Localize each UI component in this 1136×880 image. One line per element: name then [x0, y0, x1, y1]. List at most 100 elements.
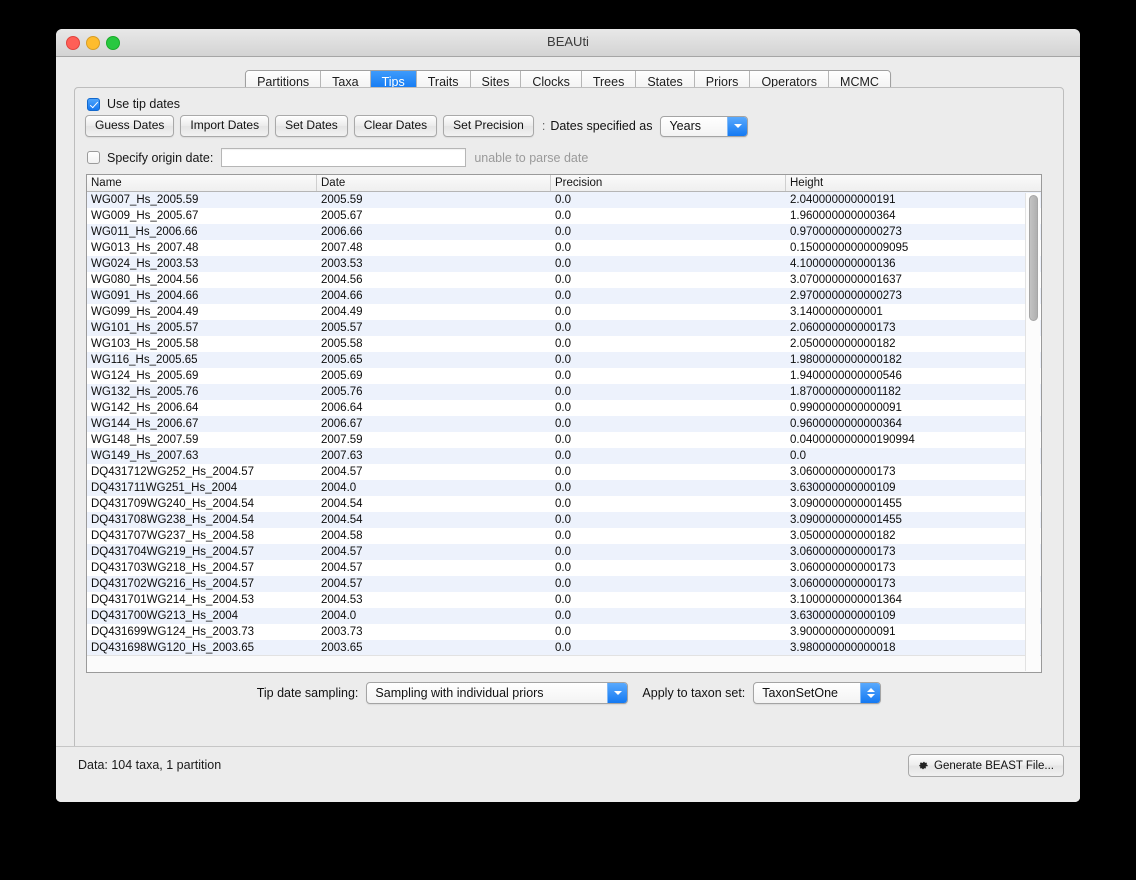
- scrollbar-thumb[interactable]: [1028, 195, 1038, 321]
- table-row[interactable]: DQ431712WG252_Hs_2004.57 2004.57 0.0 3.0600…: [87, 464, 1041, 480]
- chevron-down-icon: [607, 683, 628, 703]
- table-cell-name: WG101_Hs_2005.57: [91, 322, 199, 334]
- table-row[interactable]: WG144_Hs_2006.67 2006.67 0.0 0.960000000000…: [87, 416, 1041, 432]
- table-cell-precision: 0.0: [555, 306, 571, 318]
- generate-beast-file-label: Generate BEAST File...: [934, 759, 1054, 772]
- table-cell-date: 2006.67: [321, 418, 363, 430]
- table-row[interactable]: DQ431700WG213_Hs_2004 2004.0 0.0 3.63000000…: [87, 608, 1041, 624]
- column-header-height[interactable]: Height: [786, 175, 1041, 191]
- table-row[interactable]: DQ431701WG214_Hs_2004.53 2004.53 0.0 3.1000…: [87, 592, 1041, 608]
- table-cell-height: 3.060000000000173: [790, 546, 896, 558]
- table-row[interactable]: WG091_Hs_2004.66 2004.66 0.0 2.970000000000…: [87, 288, 1041, 304]
- table-row[interactable]: WG009_Hs_2005.67 2005.67 0.0 1.960000000000…: [87, 208, 1041, 224]
- table-cell-name: DQ431711WG251_Hs_2004: [91, 482, 238, 494]
- desktop-background: BEAUti Partitions Taxa Tips Traits Sites…: [0, 0, 1136, 880]
- tip-date-sampling-label: Tip date sampling:: [256, 686, 359, 700]
- table-row[interactable]: DQ431699WG124_Hs_2003.73 2003.73 0.0 3.9000…: [87, 624, 1041, 640]
- tip-date-sampling-dropdown[interactable]: Sampling with individual priors: [366, 682, 629, 704]
- chevron-up-down-icon: [860, 683, 881, 703]
- table-cell-height: 3.060000000000173: [790, 562, 896, 574]
- table-cell-name: DQ431709WG240_Hs_2004.54: [91, 498, 255, 510]
- clear-dates-button[interactable]: Clear Dates: [353, 115, 438, 137]
- table-row[interactable]: WG099_Hs_2004.49 2004.49 0.0 3.140000000000…: [87, 304, 1041, 320]
- specify-origin-date-checkbox[interactable]: [87, 151, 100, 164]
- table-cell-name: DQ431704WG219_Hs_2004.57: [91, 546, 255, 558]
- guess-dates-button[interactable]: Guess Dates: [85, 115, 175, 137]
- dates-unit-value: Years: [669, 119, 701, 133]
- table-row[interactable]: WG013_Hs_2007.48 2007.48 0.0 0.150000000000…: [87, 240, 1041, 256]
- table-cell-date: 2005.76: [321, 386, 363, 398]
- dates-unit-dropdown[interactable]: Years: [660, 115, 749, 137]
- table-cell-name: WG091_Hs_2004.66: [91, 290, 199, 302]
- table-cell-height: 3.0700000000001637: [790, 274, 902, 286]
- table-cell-date: 2004.57: [321, 562, 363, 574]
- table-cell-date: 2003.73: [321, 626, 363, 638]
- table-cell-precision: 0.0: [555, 194, 571, 206]
- table-cell-precision: 0.0: [555, 354, 571, 366]
- table-vertical-scrollbar[interactable]: [1025, 193, 1040, 671]
- table-cell-date: 2004.57: [321, 466, 363, 478]
- table-row[interactable]: DQ431703WG218_Hs_2004.57 2004.57 0.0 3.0600…: [87, 560, 1041, 576]
- table-cell-date: 2004.54: [321, 514, 363, 526]
- table-cell-precision: 0.0: [555, 530, 571, 542]
- table-body: WG007_Hs_2005.59 2005.59 0.0 2.040000000000…: [87, 192, 1041, 672]
- table-cell-date: 2006.64: [321, 402, 363, 414]
- table-cell-precision: 0.0: [555, 546, 571, 558]
- table-cell-date: 2004.0: [321, 482, 357, 494]
- table-cell-precision: 0.0: [555, 434, 571, 446]
- table-cell-name: WG144_Hs_2006.67: [91, 418, 199, 430]
- table-cell-precision: 0.0: [555, 274, 571, 286]
- table-row[interactable]: WG124_Hs_2005.69 2005.69 0.0 1.940000000000…: [87, 368, 1041, 384]
- table-cell-precision: 0.0: [555, 242, 571, 254]
- table-row[interactable]: WG103_Hs_2005.58 2005.58 0.0 2.050000000000…: [87, 336, 1041, 352]
- table-cell-name: WG011_Hs_2006.66: [91, 226, 198, 238]
- table-row[interactable]: WG132_Hs_2005.76 2005.76 0.0 1.870000000000…: [87, 384, 1041, 400]
- generate-beast-file-button[interactable]: Generate BEAST File...: [908, 754, 1064, 777]
- table-row[interactable]: WG149_Hs_2007.63 2007.63 0.0 0.0: [87, 448, 1041, 464]
- column-header-precision[interactable]: Precision: [551, 175, 786, 191]
- table-cell-height: 0.040000000000190994: [790, 434, 915, 446]
- table-cell-height: 0.0: [790, 450, 806, 462]
- table-row[interactable]: DQ431709WG240_Hs_2004.54 2004.54 0.0 3.0900…: [87, 496, 1041, 512]
- apply-to-taxon-set-label: Apply to taxon set:: [642, 686, 746, 700]
- table-cell-name: DQ431712WG252_Hs_2004.57: [91, 466, 255, 478]
- table-row[interactable]: WG024_Hs_2003.53 2003.53 0.0 4.100000000000…: [87, 256, 1041, 272]
- table-cell-precision: 0.0: [555, 290, 571, 302]
- table-cell-name: WG024_Hs_2003.53: [91, 258, 199, 270]
- table-cell-precision: 0.0: [555, 402, 571, 414]
- table-row[interactable]: WG142_Hs_2006.64 2006.64 0.0 0.990000000000…: [87, 400, 1041, 416]
- origin-date-input[interactable]: [221, 148, 467, 167]
- table-row[interactable]: WG080_Hs_2004.56 2004.56 0.0 3.070000000000…: [87, 272, 1041, 288]
- table-cell-precision: 0.0: [555, 578, 571, 590]
- table-cell-name: WG148_Hs_2007.59: [91, 434, 199, 446]
- table-cell-precision: 0.0: [555, 610, 571, 622]
- table-row[interactable]: DQ431708WG238_Hs_2004.54 2004.54 0.0 3.0900…: [87, 512, 1041, 528]
- table-row[interactable]: WG007_Hs_2005.59 2005.59 0.0 2.040000000000…: [87, 192, 1041, 208]
- column-header-name[interactable]: Name: [87, 175, 317, 191]
- apply-to-taxon-set-dropdown[interactable]: TaxonSetOne: [753, 682, 882, 704]
- table-row[interactable]: DQ431698WG120_Hs_2003.65 2003.65 0.0 3.9800…: [87, 640, 1041, 656]
- table-cell-height: 0.9700000000000273: [790, 226, 902, 238]
- table-cell-height: 3.1400000000001: [790, 306, 883, 318]
- table-row[interactable]: DQ431711WG251_Hs_2004 2004.0 0.0 3.63000000…: [87, 480, 1041, 496]
- use-tip-dates-row[interactable]: Use tip dates: [87, 97, 180, 111]
- use-tip-dates-checkbox[interactable]: [87, 97, 100, 111]
- table-row[interactable]: WG101_Hs_2005.57 2005.57 0.0 2.060000000000…: [87, 320, 1041, 336]
- table-row[interactable]: WG116_Hs_2005.65 2005.65 0.0 1.980000000000…: [87, 352, 1041, 368]
- import-dates-button[interactable]: Import Dates: [180, 115, 270, 137]
- table-cell-precision: 0.0: [555, 626, 571, 638]
- table-row[interactable]: WG011_Hs_2006.66 2006.66 0.0 0.970000000000…: [87, 224, 1041, 240]
- table-cell-name: DQ431701WG214_Hs_2004.53: [91, 594, 255, 606]
- table-cell-date: 2007.59: [321, 434, 363, 446]
- column-header-date[interactable]: Date: [317, 175, 551, 191]
- table-row[interactable]: DQ431702WG216_Hs_2004.57 2004.57 0.0 3.0600…: [87, 576, 1041, 592]
- table-row[interactable]: WG148_Hs_2007.59 2007.59 0.0 0.040000000000…: [87, 432, 1041, 448]
- parse-error-text: unable to parse date: [474, 150, 589, 165]
- set-dates-button[interactable]: Set Dates: [275, 115, 348, 137]
- set-precision-button[interactable]: Set Precision: [443, 115, 534, 137]
- table-cell-date: 2003.53: [321, 258, 363, 270]
- table-row[interactable]: DQ431707WG237_Hs_2004.58 2004.58 0.0 3.0500…: [87, 528, 1041, 544]
- table-cell-height: 3.630000000000109: [790, 610, 896, 622]
- table-row[interactable]: DQ431704WG219_Hs_2004.57 2004.57 0.0 3.0600…: [87, 544, 1041, 560]
- window-body: Partitions Taxa Tips Traits Sites Clocks…: [56, 57, 1080, 802]
